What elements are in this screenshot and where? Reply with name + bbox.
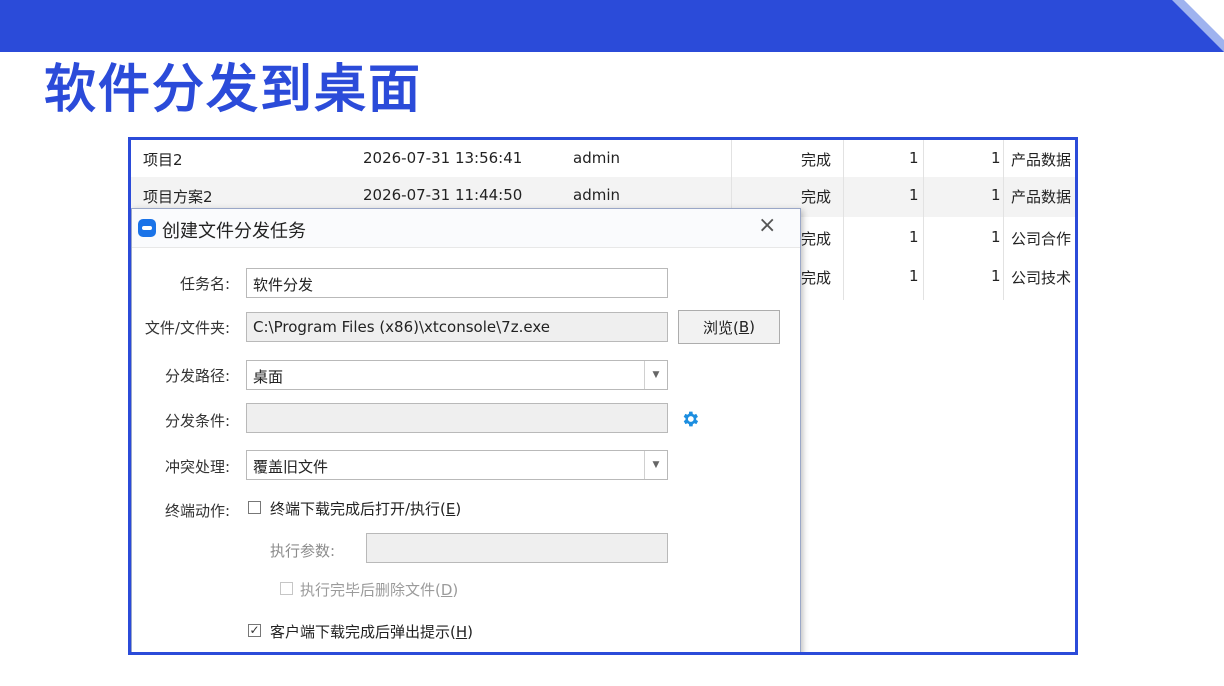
delete-after-exec-hotkey: D <box>440 581 453 599</box>
path-label: 分发路径: <box>164 367 230 385</box>
delete-after-exec-checkbox[interactable] <box>280 582 293 595</box>
screenshot-frame: 项目2 2026-07-31 13:56:41 admin 完成 1 1 产品数… <box>128 137 1078 655</box>
open-after-download-checkbox[interactable] <box>248 501 261 514</box>
task-name-label: 任务名: <box>179 275 230 293</box>
task-status-cell: 完成 <box>801 151 832 169</box>
create-file-distribution-dialog: 创建文件分发任务 × 任务名: 软件分发 文件/文件夹: C:\Program … <box>131 208 801 652</box>
column-divider <box>843 140 844 300</box>
task-count-cell: 1 <box>991 267 1001 285</box>
task-count-cell: 1 <box>991 228 1001 246</box>
path-select[interactable]: 桌面 ▼ <box>246 360 668 390</box>
slide-title: 软件分发到桌面 <box>44 60 423 120</box>
task-count-cell: 1 <box>909 267 919 285</box>
popup-notice-text: 客户端下载完成后弹出提示( <box>270 623 456 641</box>
delete-after-exec-suffix: ) <box>452 581 459 599</box>
task-count-cell: 1 <box>991 149 1001 167</box>
condition-input[interactable] <box>246 403 668 433</box>
popup-notice-suffix: ) <box>467 623 473 641</box>
open-after-download-text: 终端下载完成后打开/执行( <box>270 500 446 518</box>
task-count-cell: 1 <box>909 186 919 204</box>
task-name-cell: 项目2 <box>143 151 183 169</box>
task-desc-cell: 产品数据 <box>1011 188 1072 206</box>
file-label: 文件/文件夹: <box>144 319 230 337</box>
task-status-cell: 完成 <box>801 269 832 287</box>
dialog-title: 创建文件分发任务 <box>162 221 306 242</box>
task-count-cell: 1 <box>909 228 919 246</box>
task-status-cell: 完成 <box>801 230 832 248</box>
task-desc-cell: 产品数据 <box>1011 151 1072 169</box>
file-path-input[interactable]: C:\Program Files (x86)\xtconsole\7z.exe <box>246 312 668 342</box>
exec-params-label: 执行参数: <box>270 542 336 560</box>
conflict-label: 冲突处理: <box>164 458 230 476</box>
delete-after-exec-text: 执行完毕后删除文件( <box>300 581 441 599</box>
task-name-input[interactable]: 软件分发 <box>246 268 668 298</box>
task-status-cell: 完成 <box>801 188 832 206</box>
popup-notice-label[interactable]: 客户端下载完成后弹出提示(H) <box>270 621 473 642</box>
open-after-download-hotkey: E <box>445 500 456 518</box>
task-desc-cell: 公司技术 <box>1011 269 1072 287</box>
browse-suffix: ) <box>749 318 755 336</box>
gear-icon[interactable] <box>680 409 700 429</box>
terminal-action-label: 终端动作: <box>164 502 230 520</box>
dialog-titlebar[interactable]: 创建文件分发任务 × <box>132 209 800 248</box>
browse-button[interactable]: 浏览(B) <box>678 310 780 344</box>
close-icon[interactable]: × <box>758 213 776 238</box>
path-selected-value: 桌面 <box>253 368 284 386</box>
browse-hotkey: B <box>738 318 750 336</box>
task-time-cell: 2026-07-31 13:56:41 <box>363 149 523 167</box>
delete-after-exec-label[interactable]: 执行完毕后删除文件(D) <box>300 579 458 600</box>
column-divider <box>923 140 924 300</box>
top-banner <box>0 0 1224 52</box>
open-after-download-suffix: ) <box>455 500 462 518</box>
table-row[interactable]: 项目2 2026-07-31 13:56:41 admin 完成 1 1 产品数… <box>131 140 1075 180</box>
exec-params-input[interactable] <box>366 533 668 563</box>
popup-notice-hotkey: H <box>455 623 468 641</box>
column-divider <box>1003 140 1004 300</box>
popup-notice-checkbox[interactable]: ✓ <box>248 624 261 637</box>
banner-corner-cut <box>1184 0 1224 40</box>
browse-label: 浏览( <box>702 318 739 337</box>
task-name-cell: 项目方案2 <box>143 188 213 206</box>
task-count-cell: 1 <box>909 149 919 167</box>
task-count-cell: 1 <box>991 186 1001 204</box>
task-user-cell: admin <box>573 186 620 204</box>
conflict-selected-value: 覆盖旧文件 <box>253 458 329 476</box>
task-desc-cell: 公司合作 <box>1011 230 1072 248</box>
condition-label: 分发条件: <box>164 412 230 430</box>
conflict-select[interactable]: 覆盖旧文件 ▼ <box>246 450 668 480</box>
open-after-download-label[interactable]: 终端下载完成后打开/执行(E) <box>270 498 461 519</box>
task-time-cell: 2026-07-31 11:44:50 <box>363 186 523 204</box>
chevron-down-icon[interactable]: ▼ <box>644 361 667 389</box>
task-user-cell: admin <box>573 149 620 167</box>
app-logo-icon <box>138 219 156 237</box>
chevron-down-icon[interactable]: ▼ <box>644 451 667 479</box>
